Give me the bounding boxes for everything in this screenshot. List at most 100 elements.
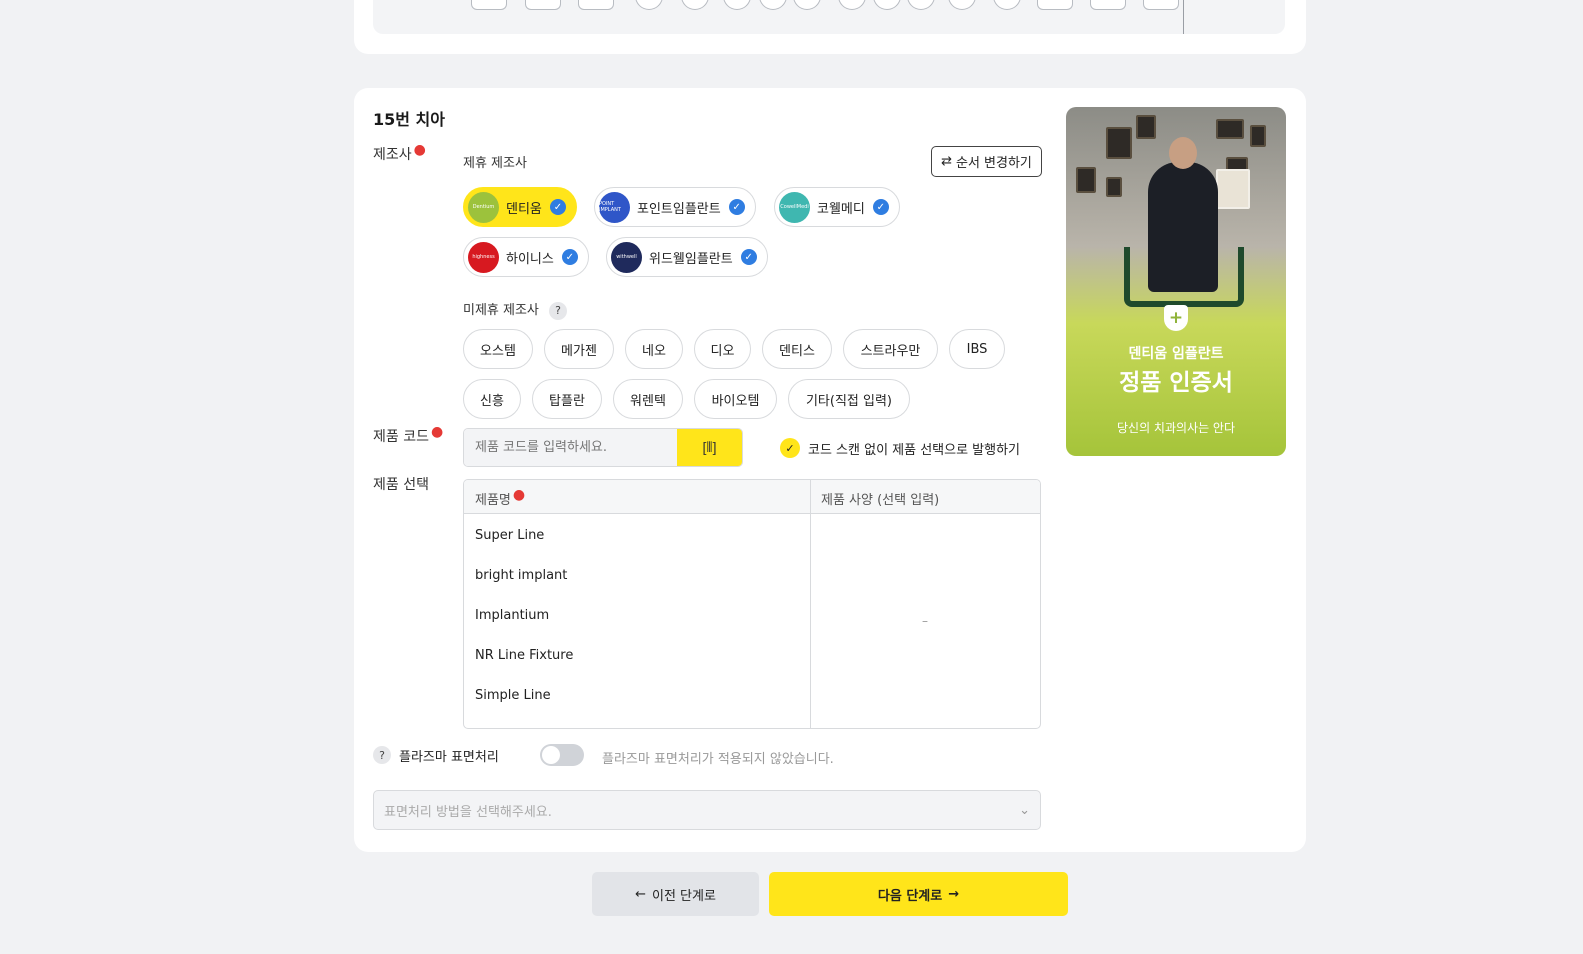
col-product-spec: 제품 사양 (선택 입력) (821, 493, 940, 508)
midline-divider (1183, 0, 1184, 34)
maker-pill[interactable]: 메가젠 (544, 329, 614, 369)
maker-name: 덴티움 (506, 201, 542, 217)
maker-name: 하이니스 (506, 251, 554, 267)
product-code-label-row: 제품 코드 ● (373, 424, 444, 446)
tooth[interactable] (471, 0, 507, 10)
shield-cross-icon: + (1164, 305, 1188, 331)
required-mark: ● (512, 487, 526, 503)
col-product-name-row: 제품명 ● (475, 487, 526, 508)
product-item[interactable]: NR Line Fixture (464, 635, 810, 675)
manufacturer-label-row: 제조사 ● (373, 142, 426, 164)
tooth[interactable] (759, 0, 787, 10)
maker-pill[interactable]: 디오 (694, 329, 751, 369)
plasma-status: 플라즈마 표면처리가 적용되지 않았습니다. (602, 752, 834, 767)
ad-line3: 당신의 치과의사는 안다 (1116, 421, 1236, 435)
required-mark: ● (413, 142, 426, 158)
maker-pill[interactable]: 덴티스 (762, 329, 832, 369)
help-icon[interactable]: ? (373, 746, 391, 764)
reorder-button[interactable]: ⇄ 순서 변경하기 (931, 146, 1042, 177)
maker-pill[interactable]: 기타(직접 입력) (788, 379, 910, 419)
maker-pill[interactable]: 바이오템 (694, 379, 777, 419)
nonpartner-makers-label: 미제휴 제조사 (463, 303, 539, 318)
maker-chip-dentium[interactable]: Dentium 덴티움 ✓ (463, 187, 577, 227)
product-select-label: 제품 선택 (373, 477, 429, 493)
required-mark: ● (430, 424, 444, 440)
prev-step-button[interactable]: ← 이전 단계로 (592, 872, 759, 916)
partner-makers-label: 제휴 제조사 (463, 156, 527, 171)
tooth[interactable] (635, 0, 663, 10)
tooth-chart (373, 0, 1285, 34)
noscan-checkbox[interactable]: ✓ 코드 스캔 없이 제품 선택으로 발행하기 (780, 438, 1020, 458)
picture-frame (1216, 169, 1250, 209)
next-step-button[interactable]: 다음 단계로 → (769, 872, 1068, 916)
tooth[interactable] (723, 0, 751, 10)
maker-chip-highness[interactable]: highness 하이니스 ✓ (463, 237, 589, 277)
tooth[interactable] (1037, 0, 1073, 10)
tooth[interactable] (907, 0, 935, 10)
surface-treatment-select[interactable]: 표면처리 방법을 선택해주세요. ⌄ (373, 790, 1041, 830)
product-item[interactable]: Implantium (464, 595, 810, 635)
maker-pill[interactable]: 스트라우만 (843, 329, 938, 369)
dentium-logo: Dentium (468, 191, 499, 223)
tooth[interactable] (793, 0, 821, 10)
maker-pill[interactable]: 오스템 (463, 329, 533, 369)
ad-person-head (1169, 137, 1197, 169)
ad-person (1148, 162, 1218, 292)
col-product-name: 제품명 (475, 493, 511, 508)
tooth[interactable] (873, 0, 901, 10)
section-title: 15번 치아 (373, 110, 445, 129)
tooth[interactable] (681, 0, 709, 10)
cowellmedi-logo: CowellMedi (779, 191, 810, 223)
tooth[interactable] (948, 0, 976, 10)
chevron-down-icon: ⌄ (1019, 802, 1030, 818)
point-implant-logo: POINT IMPLANT (599, 191, 630, 223)
product-code-input[interactable] (464, 429, 677, 466)
tooth[interactable] (1143, 0, 1179, 10)
column-divider (810, 480, 811, 728)
maker-pill[interactable]: 신흥 (463, 379, 521, 419)
withwell-logo: withwell (611, 241, 642, 273)
barcode-scan-button[interactable]: [⦀] (677, 429, 742, 466)
product-item[interactable]: SlimLine (464, 715, 810, 729)
plasma-label: 플라즈마 표면처리 (399, 749, 499, 765)
maker-chip-cowellmedi[interactable]: CowellMedi 코웰메디 ✓ (774, 187, 900, 227)
maker-pill[interactable]: 네오 (625, 329, 683, 369)
product-item[interactable]: bright implant (464, 555, 810, 595)
product-list[interactable]: Super Line bright implant Implantium NR … (464, 515, 810, 729)
toggle-knob (542, 746, 560, 764)
verified-icon: ✓ (549, 199, 566, 215)
maker-chip-point-implant[interactable]: POINT IMPLANT 포인트임플란트 ✓ (594, 187, 756, 227)
nonpartner-label-row: 미제휴 제조사 ? (463, 299, 568, 320)
verified-icon: ✓ (740, 249, 757, 265)
ad-line1: 덴티움 임플란트 (1128, 346, 1224, 362)
picture-frame (1106, 177, 1122, 197)
picture-frame (1216, 119, 1244, 139)
maker-name: 포인트임플란트 (637, 201, 721, 217)
picture-frame (1076, 167, 1096, 193)
maker-name: 위드웰임플란트 (649, 251, 733, 267)
tooth-chart-card (354, 0, 1306, 54)
plasma-toggle[interactable] (540, 744, 584, 766)
maker-chip-withwell[interactable]: withwell 위드웰임플란트 ✓ (606, 237, 768, 277)
tooth[interactable] (525, 0, 561, 10)
verified-icon: ✓ (872, 199, 889, 215)
tooth[interactable] (838, 0, 866, 10)
product-item[interactable]: Simple Line (464, 675, 810, 715)
table-header: 제품명 ● 제품 사양 (선택 입력) (464, 480, 1040, 514)
tooth[interactable] (1090, 0, 1126, 10)
maker-pill[interactable]: 탑플란 (532, 379, 602, 419)
tooth[interactable] (993, 0, 1021, 10)
dentium-ad-banner[interactable]: + 덴티움 임플란트 정품 인증서 당신의 치과의사는 안다 (1066, 107, 1286, 456)
arrow-left-icon: ← (635, 886, 646, 902)
product-code-label: 제품 코드 (373, 429, 429, 445)
prev-step-label: 이전 단계로 (651, 888, 716, 904)
tooth[interactable] (578, 0, 614, 10)
reorder-button-label: 순서 변경하기 (956, 156, 1032, 171)
maker-pill[interactable]: 워렌텍 (613, 379, 683, 419)
product-item[interactable]: Super Line (464, 515, 810, 555)
help-icon[interactable]: ? (549, 301, 568, 320)
product-table: 제품명 ● 제품 사양 (선택 입력) Super Line bright imp… (463, 479, 1041, 729)
surface-select-placeholder: 표면처리 방법을 선택해주세요. (384, 804, 552, 820)
noscan-label: 코드 스캔 없이 제품 선택으로 발행하기 (808, 442, 1021, 458)
maker-pill[interactable]: IBS (949, 329, 1005, 369)
